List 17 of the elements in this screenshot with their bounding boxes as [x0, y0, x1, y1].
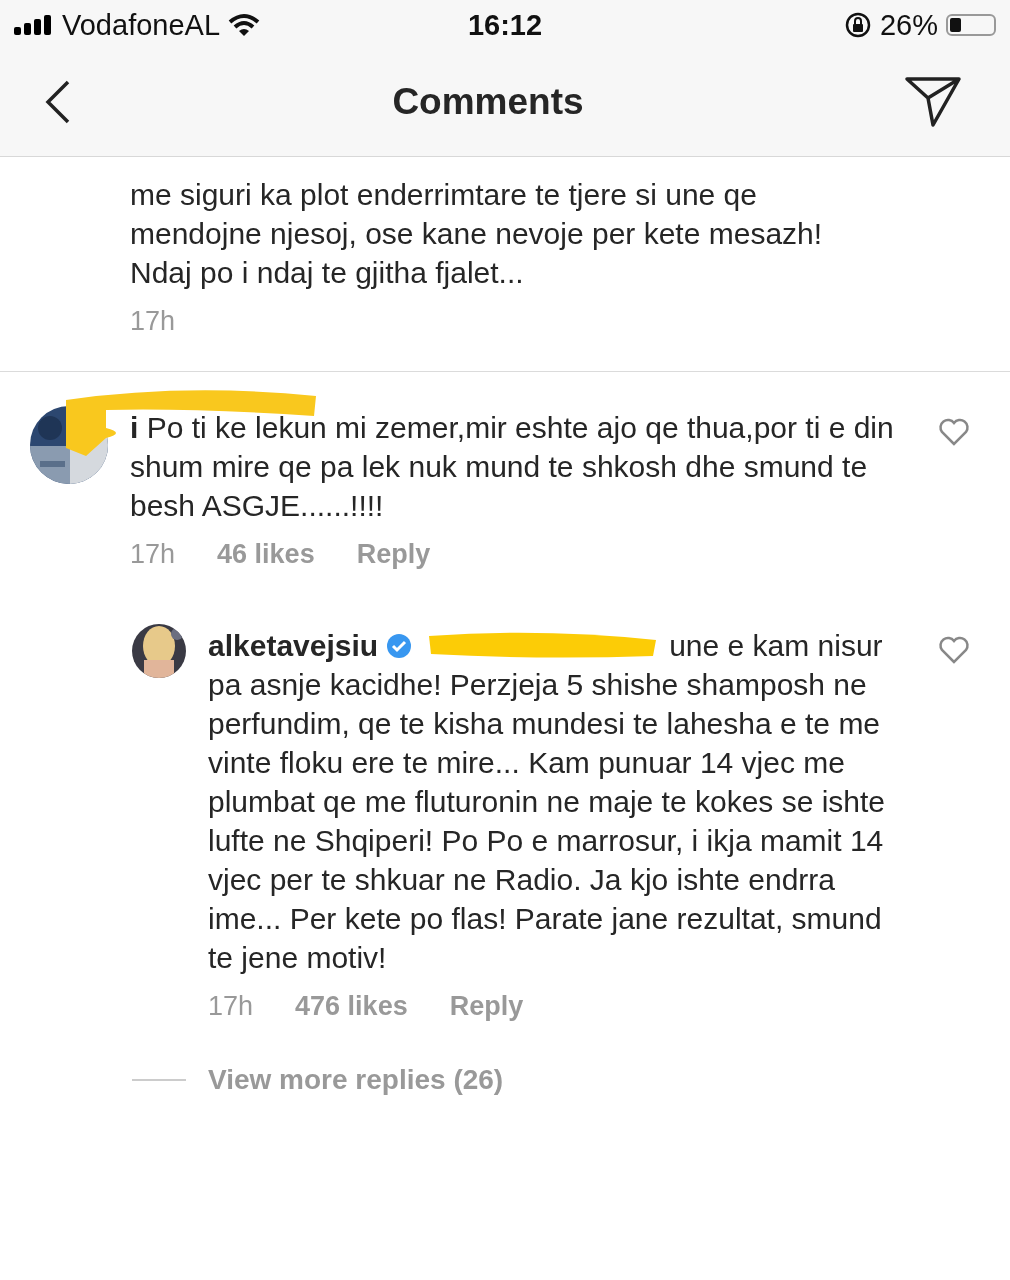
comment-text: i Po ti ke lekun mi zemer,mir eshte ajo qe thua,por ti e din shum mire qe pa lek nuk mund te shkosh dhe smund te besh ASGJE......!!!! [130, 410, 895, 524]
comment-time: 17h [130, 539, 176, 570]
reply-link[interactable]: Reply [356, 539, 431, 570]
likes-count[interactable]: 476 likes [295, 991, 408, 1022]
clock: 16:12 [467, 8, 543, 42]
comment-text: me siguri ka plot enderrimtare te tjere si une qe mendojne njesoj, ose kane nevoje per kete mesazh! Ndaj po i ndaj te gjitha fjalet... [130, 177, 824, 291]
view-more-replies-link[interactable]: View more replies (26) [208, 1064, 504, 1096]
username[interactable]: alketavejsiu [208, 629, 379, 662]
battery-percent: 26% [879, 8, 938, 42]
comment-time: 17h [208, 991, 254, 1022]
comment-text: alketavejsiu une e kam nisur pa asnje kacidhe! Perzjeja 5 shishe shamposh ne perfundim, qe te kisha mundesi te lahesha e te me vinte floku ere te mire... Kam punuar 14 vjec me plumbat qe me fluturonin ne maje te kokes se ishte lufte ne Shqiperi! Po Po e marrosur, i ikja mamit 14 vjec per te shkuar ne Radio. Ja kjo ishte endrra ime... Per kete po flas! Parate jane rezultat, smund te jene motiv! [208, 628, 887, 976]
carrier-name: VodafoneAL [62, 8, 221, 42]
likes-count[interactable]: 46 likes [217, 539, 315, 570]
username[interactable]: i [130, 411, 139, 444]
comment-time: 17h [130, 306, 176, 337]
reply-link[interactable]: Reply [449, 991, 524, 1022]
page-title: Comments [392, 81, 584, 123]
